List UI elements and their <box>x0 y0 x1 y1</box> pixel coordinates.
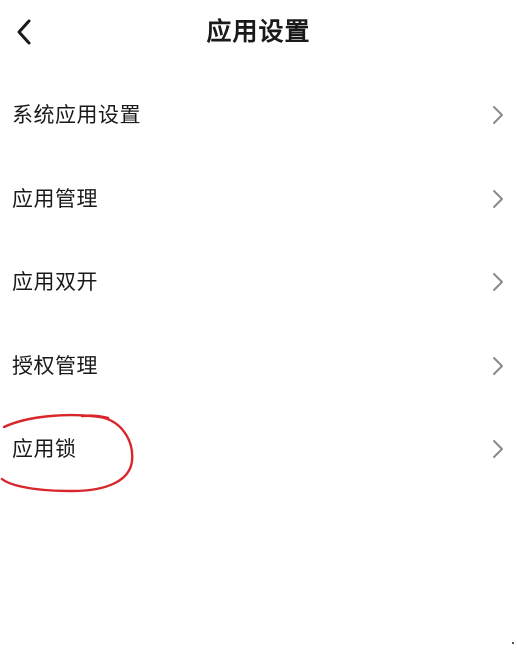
menu-item-label: 应用锁 <box>12 437 77 461</box>
menu-item-permission-management[interactable]: 授权管理 <box>0 325 517 409</box>
menu-item-label: 系统应用设置 <box>12 103 141 127</box>
corner-dot <box>512 642 514 644</box>
menu-item-app-lock[interactable]: 应用锁 <box>0 408 517 492</box>
chevron-right-icon <box>493 189 503 208</box>
chevron-right-icon <box>493 356 503 375</box>
menu-item-label: 应用双开 <box>12 270 98 294</box>
menu-item-app-management[interactable]: 应用管理 <box>0 158 517 242</box>
settings-menu: 系统应用设置 应用管理 应用双开 授权管理 应用锁 <box>0 74 517 492</box>
menu-item-dual-apps[interactable]: 应用双开 <box>0 241 517 325</box>
app-header: 应用设置 <box>0 0 517 66</box>
page-title: 应用设置 <box>206 17 311 46</box>
chevron-right-icon <box>493 440 503 458</box>
menu-item-label: 应用管理 <box>12 186 98 211</box>
menu-item-label: 授权管理 <box>12 353 98 378</box>
chevron-right-icon <box>493 273 503 291</box>
menu-item-system-app-settings[interactable]: 系统应用设置 <box>0 74 517 158</box>
chevron-right-icon <box>493 106 503 124</box>
